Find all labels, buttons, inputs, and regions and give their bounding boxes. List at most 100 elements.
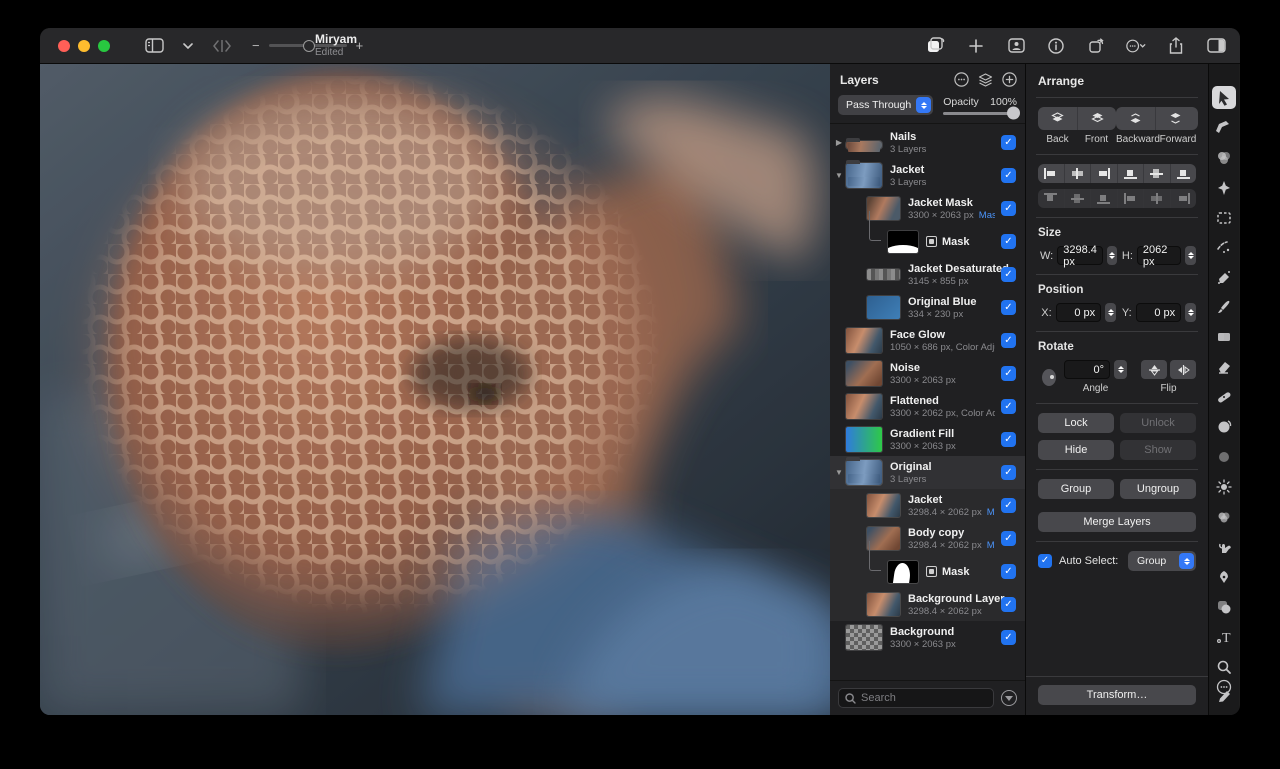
layer-row[interactable]: Mask ✓	[830, 225, 1025, 258]
minimize-button[interactable]	[78, 40, 90, 52]
smart-erase-tool-icon[interactable]	[1212, 266, 1236, 289]
layer-thumbnail[interactable]	[846, 361, 882, 386]
repair-tool-icon[interactable]	[1212, 386, 1236, 409]
layer-visibility-checkbox[interactable]: ✓	[1001, 333, 1016, 348]
align-right-button[interactable]	[1090, 164, 1117, 183]
disclosure-chevron-icon[interactable]: ▼	[832, 171, 846, 180]
layer-row[interactable]: Gradient Fill 3300 × 2063 px ✓	[830, 423, 1025, 456]
bring-forward-button[interactable]	[1155, 107, 1194, 130]
layer-search-input[interactable]: Search	[838, 688, 994, 708]
layer-thumbnail[interactable]	[846, 328, 882, 353]
pen-tool-icon[interactable]	[1212, 565, 1236, 588]
compare-view-icon[interactable]	[212, 36, 232, 56]
portrait-icon[interactable]	[1006, 36, 1026, 56]
shape-tool-icon[interactable]	[1212, 595, 1236, 618]
sharpen-tool-icon[interactable]	[1212, 475, 1236, 498]
zoom-window-button[interactable]	[98, 40, 110, 52]
auto-select-dropdown[interactable]: Group	[1128, 551, 1196, 571]
layer-row[interactable]: Background 3300 × 2063 px ✓	[830, 621, 1025, 654]
arrange-tool-icon[interactable]	[1212, 86, 1236, 109]
layer-row[interactable]: ▼ Original 3 Layers ✓	[830, 456, 1025, 489]
effects-tool-icon[interactable]	[1212, 176, 1236, 199]
sidebar-chevron-icon[interactable]	[178, 36, 198, 56]
bring-to-front-button[interactable]	[1077, 107, 1116, 130]
layer-visibility-checkbox[interactable]: ✓	[1001, 267, 1016, 282]
x-field[interactable]: 0 px	[1056, 303, 1101, 322]
layer-row[interactable]: Background Layer 3298.4 × 2062 px ✓	[830, 588, 1025, 621]
blend-mode-dropdown[interactable]: Pass Through	[838, 95, 933, 115]
layer-row[interactable]: Jacket Desaturated 3145 × 855 px ✓	[830, 258, 1025, 291]
y-field[interactable]: 0 px	[1136, 303, 1181, 322]
rect-selection-tool-icon[interactable]	[1212, 206, 1236, 229]
layer-thumbnail[interactable]	[867, 494, 900, 517]
layer-thumbnail[interactable]	[846, 163, 882, 188]
layer-thumbnail[interactable]	[867, 269, 900, 280]
align-bottom-left-button[interactable]	[1117, 164, 1144, 183]
layer-row[interactable]: Body copy 3298.4 × 2062 pxMask ∨ ✓	[830, 522, 1025, 555]
lock-button[interactable]: Lock	[1038, 413, 1114, 433]
gradient-tool-icon[interactable]	[1212, 326, 1236, 349]
disclosure-chevron-icon[interactable]: ▶	[832, 138, 846, 147]
hide-button[interactable]: Hide	[1038, 440, 1114, 460]
layer-visibility-checkbox[interactable]: ✓	[1001, 201, 1016, 216]
layer-thumbnail[interactable]	[846, 394, 882, 419]
paint-tool-icon[interactable]	[1212, 296, 1236, 319]
layer-thumbnail[interactable]	[846, 427, 882, 452]
width-stepper[interactable]	[1107, 246, 1118, 265]
layer-filter-button[interactable]	[1001, 690, 1017, 706]
duplicate-canvas-icon[interactable]	[926, 36, 946, 56]
send-backward-button[interactable]	[1116, 107, 1155, 130]
height-field[interactable]: 2062 px	[1137, 246, 1182, 265]
type-tool-icon[interactable]: T	[1212, 625, 1236, 648]
layer-visibility-checkbox[interactable]: ✓	[1001, 630, 1016, 645]
y-stepper[interactable]	[1185, 303, 1196, 322]
flip-horizontal-button[interactable]	[1170, 360, 1196, 379]
erase-tool-icon[interactable]	[1212, 356, 1236, 379]
add-layer-icon[interactable]	[1002, 72, 1017, 87]
layer-row[interactable]: ▼ Jacket 3 Layers ✓	[830, 159, 1025, 192]
layer-thumbnail[interactable]	[867, 296, 900, 319]
layer-row[interactable]: ▶ Nails 3 Layers ✓	[830, 126, 1025, 159]
zoom-slider-knob[interactable]	[303, 40, 315, 52]
blur-tool-icon[interactable]	[1212, 445, 1236, 468]
layer-row[interactable]: Original Blue 334 × 230 px ✓	[830, 291, 1025, 324]
x-stepper[interactable]	[1105, 303, 1116, 322]
layer-visibility-checkbox[interactable]: ✓	[1001, 399, 1016, 414]
layer-visibility-checkbox[interactable]: ✓	[1001, 498, 1016, 513]
info-icon[interactable]	[1046, 36, 1066, 56]
clone-tool-icon[interactable]	[1212, 415, 1236, 438]
layer-thumbnail[interactable]	[846, 141, 882, 149]
layer-thumbnail[interactable]	[867, 593, 900, 616]
rotate-knob[interactable]	[1042, 369, 1056, 386]
mask-badge[interactable]: Mask ∨	[979, 210, 995, 221]
layer-row[interactable]: Jacket 3298.4 × 2062 pxMask › ✓	[830, 489, 1025, 522]
angle-field[interactable]: 0°	[1064, 360, 1110, 379]
show-panel-icon[interactable]	[1206, 36, 1226, 56]
rotate-icon[interactable]	[1086, 36, 1106, 56]
mask-badge[interactable]: Mask ›	[987, 507, 995, 518]
color-adjustments-tool-icon[interactable]	[1212, 146, 1236, 169]
opacity-slider[interactable]	[943, 112, 1017, 115]
align-bottom-right-button[interactable]	[1170, 164, 1197, 183]
layer-visibility-checkbox[interactable]: ✓	[1001, 168, 1016, 183]
layers-stack-icon[interactable]	[978, 73, 993, 87]
layer-thumbnail[interactable]	[846, 625, 882, 650]
layer-visibility-checkbox[interactable]: ✓	[1001, 531, 1016, 546]
layer-visibility-checkbox[interactable]: ✓	[1001, 366, 1016, 381]
zoom-out-button[interactable]: −	[252, 38, 260, 53]
disclosure-chevron-icon[interactable]: ▼	[832, 468, 846, 477]
layers-options-icon[interactable]	[954, 72, 969, 87]
opacity-slider-knob[interactable]	[1007, 107, 1020, 120]
crop-tool-icon[interactable]	[1212, 116, 1236, 139]
mask-badge[interactable]: Mask ∨	[987, 540, 995, 551]
layer-visibility-checkbox[interactable]: ✓	[1001, 300, 1016, 315]
share-icon[interactable]	[1166, 36, 1186, 56]
toggle-sidebar-icon[interactable]	[144, 36, 164, 56]
layer-visibility-checkbox[interactable]: ✓	[1001, 465, 1016, 480]
layer-thumbnail[interactable]	[846, 460, 882, 485]
layer-row[interactable]: Jacket Mask 3300 × 2063 pxMask ∨ ✓	[830, 192, 1025, 225]
quick-selection-tool-icon[interactable]	[1212, 236, 1236, 259]
layer-visibility-checkbox[interactable]: ✓	[1001, 597, 1016, 612]
group-button[interactable]: Group	[1038, 479, 1114, 499]
ungroup-button[interactable]: Ungroup	[1120, 479, 1196, 499]
